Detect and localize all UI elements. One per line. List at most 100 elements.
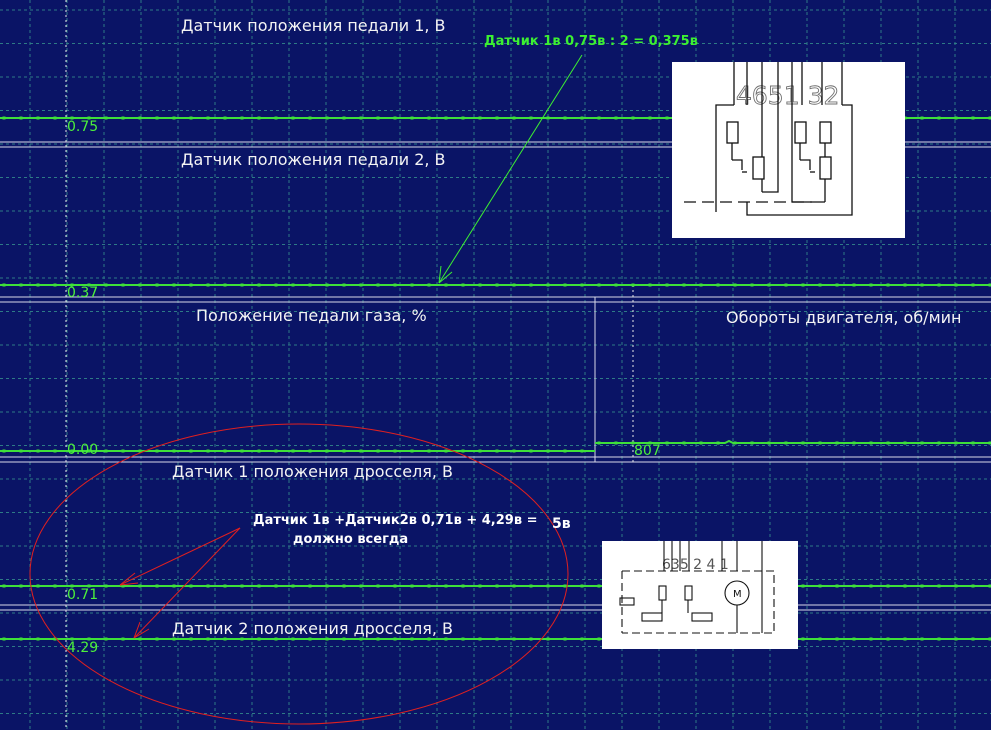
trace-sample-point bbox=[546, 283, 550, 287]
trace-sample-point bbox=[206, 116, 210, 120]
trace-sample-point bbox=[835, 283, 839, 287]
trace-sample-point bbox=[580, 116, 584, 120]
trace-sample-point bbox=[393, 116, 397, 120]
trace-sample-point bbox=[240, 449, 244, 453]
throttle-annotation-result: 5в bbox=[552, 516, 571, 532]
trace-sample-point bbox=[444, 584, 448, 588]
trace-sample-point bbox=[665, 441, 669, 445]
value-throttle-2: 4.29 bbox=[67, 640, 99, 656]
trace-sample-point bbox=[461, 584, 465, 588]
trace-sample-point bbox=[2, 637, 6, 641]
trace-sample-point bbox=[529, 283, 533, 287]
trace-sample-point bbox=[563, 637, 567, 641]
trace-sample-point bbox=[801, 584, 805, 588]
trace-sample-point bbox=[699, 283, 703, 287]
trace-sample-point bbox=[818, 637, 822, 641]
trace-sample-point bbox=[223, 116, 227, 120]
trace-sample-point bbox=[665, 116, 669, 120]
trace-sample-point bbox=[971, 283, 975, 287]
trace-sample-point bbox=[631, 116, 635, 120]
trace-sample-point bbox=[359, 116, 363, 120]
trace-sample-point bbox=[206, 584, 210, 588]
pedal-connector-pins: 4651 32 bbox=[736, 81, 839, 110]
trace-sample-point bbox=[597, 637, 601, 641]
trace-sample-point bbox=[903, 584, 907, 588]
trace-sample-point bbox=[954, 584, 958, 588]
trace-sample-point bbox=[954, 441, 958, 445]
throttle-connector-schematic: 635 2 4 1 M bbox=[602, 541, 798, 649]
trace-sample-point bbox=[835, 584, 839, 588]
trace-sample-point bbox=[376, 116, 380, 120]
trace-sample-point bbox=[36, 584, 40, 588]
trace-sample-point bbox=[699, 441, 703, 445]
trace-sample-point bbox=[852, 637, 856, 641]
trace-sample-point bbox=[648, 116, 652, 120]
value-throttle-1: 0.71 bbox=[67, 587, 99, 603]
trace-sample-point bbox=[291, 584, 295, 588]
trace-sample-point bbox=[478, 283, 482, 287]
trace-sample-point bbox=[563, 584, 567, 588]
value-pedal-1: 0.75 bbox=[67, 119, 99, 135]
trace-sample-point bbox=[376, 283, 380, 287]
trace-sample-point bbox=[189, 116, 193, 120]
trace-sample-point bbox=[478, 116, 482, 120]
trace-sample-point bbox=[512, 584, 516, 588]
trace-sample-point bbox=[886, 283, 890, 287]
trace-sample-point bbox=[138, 584, 142, 588]
value-pedal-2: 0.37 bbox=[67, 285, 99, 301]
trace-sample-point bbox=[682, 441, 686, 445]
trace-sample-point bbox=[495, 584, 499, 588]
trace-sample-point bbox=[410, 584, 414, 588]
trace-sample-point bbox=[886, 637, 890, 641]
trace-sample-point bbox=[342, 449, 346, 453]
trace-sample-point bbox=[903, 637, 907, 641]
trace-sample-point bbox=[257, 116, 261, 120]
trace-sample-point bbox=[903, 283, 907, 287]
trace-sample-point bbox=[750, 283, 754, 287]
trace-sample-point bbox=[240, 283, 244, 287]
trace-sample-point bbox=[597, 441, 601, 445]
trace-sample-point bbox=[172, 116, 176, 120]
trace-sample-point bbox=[325, 449, 329, 453]
trace-sample-point bbox=[546, 584, 550, 588]
trace-sample-point bbox=[376, 584, 380, 588]
trace-sample-point bbox=[801, 441, 805, 445]
trace-sample-point bbox=[512, 283, 516, 287]
trace-sample-point bbox=[716, 441, 720, 445]
trace-sample-point bbox=[53, 449, 57, 453]
trace-sample-point bbox=[512, 116, 516, 120]
trace-sample-point bbox=[359, 584, 363, 588]
trace-sample-point bbox=[461, 637, 465, 641]
trace-sample-point bbox=[138, 116, 142, 120]
trace-sample-point bbox=[478, 584, 482, 588]
trace-sample-point bbox=[597, 116, 601, 120]
trace-sample-point bbox=[427, 584, 431, 588]
trace-sample-point bbox=[937, 584, 941, 588]
trace-sample-point bbox=[376, 449, 380, 453]
trace-sample-point bbox=[920, 584, 924, 588]
trace-sample-point bbox=[767, 283, 771, 287]
trace-sample-point bbox=[291, 283, 295, 287]
trace-sample-point bbox=[172, 449, 176, 453]
trace-sample-point bbox=[121, 449, 125, 453]
trace-sample-point bbox=[342, 283, 346, 287]
trace-sample-point bbox=[869, 441, 873, 445]
trace-sample-point bbox=[971, 584, 975, 588]
trace-sample-point bbox=[529, 116, 533, 120]
trace-sample-point bbox=[801, 637, 805, 641]
trace-sample-point bbox=[461, 116, 465, 120]
channel-label-engine-rpm: Обороты двигателя, об/мин bbox=[726, 308, 962, 327]
trace-sample-point bbox=[648, 283, 652, 287]
trace-sample-point bbox=[257, 283, 261, 287]
trace-sample-point bbox=[920, 283, 924, 287]
trace-sample-point bbox=[223, 283, 227, 287]
value-pedal-position: 0.00 bbox=[67, 442, 99, 458]
trace-sample-point bbox=[937, 441, 941, 445]
trace-sample-point bbox=[801, 283, 805, 287]
throttle-schematic-drawing: 635 2 4 1 M bbox=[619, 541, 775, 634]
trace-sample-point bbox=[478, 637, 482, 641]
trace-sample-point bbox=[461, 449, 465, 453]
trace-sample-point bbox=[886, 584, 890, 588]
trace-sample-point bbox=[121, 283, 125, 287]
trace-sample-point bbox=[784, 283, 788, 287]
